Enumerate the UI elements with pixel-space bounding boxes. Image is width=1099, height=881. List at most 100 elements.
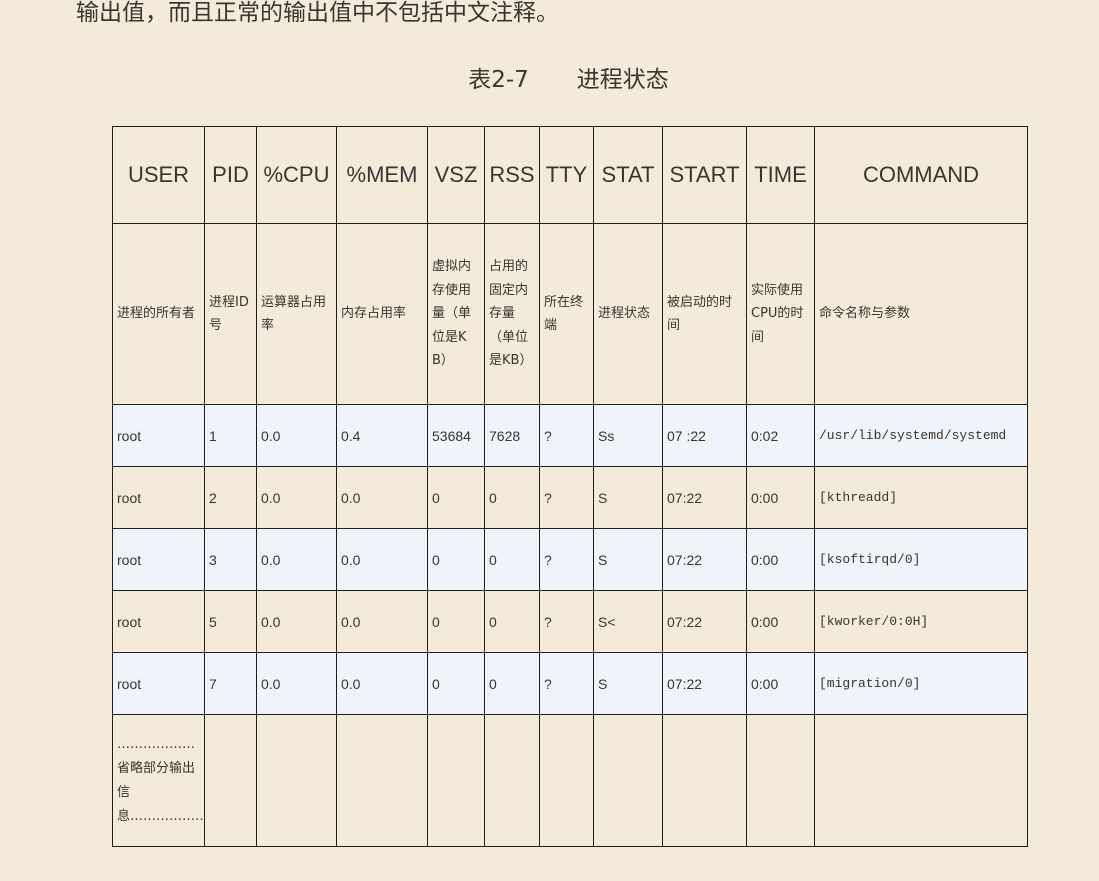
description-command: 命令名称与参数: [814, 223, 1028, 405]
cell-rss: 7628: [484, 404, 540, 467]
cell-time: 0:02: [746, 404, 815, 467]
cell-command: [kthreadd]: [814, 466, 1028, 529]
description-rss: 占用的固定内存量（单位是KB）: [484, 223, 540, 405]
table-row: root 3 0.0 0.0 0 0? S 07:22 0:00 [ksoftirqd/0]: [112, 528, 1028, 591]
cell-start: 07 :22: [662, 404, 747, 467]
cell-pid: 3: [204, 528, 257, 591]
cell-start: 07:22: [662, 528, 747, 591]
table-row: root 2 0.0 0.0 0 0? S 07:22 0:00 [kthreadd]: [112, 466, 1028, 529]
header-tty: TTY: [539, 126, 594, 224]
cell-tty: ?: [539, 404, 594, 467]
cell-start: 07:22: [662, 466, 747, 529]
cell-stat: Ss: [593, 404, 663, 467]
cell-mem: 0.4: [336, 404, 428, 467]
table-number: 表2-7: [468, 67, 529, 93]
cell-tty: ?: [539, 652, 594, 715]
empty-cell: [336, 714, 428, 847]
cell-user: root: [112, 652, 205, 715]
cell-cpu: 0.0: [256, 404, 337, 467]
header-stat: STAT: [593, 126, 663, 224]
cell-command: [kworker/0:0H]: [814, 590, 1028, 653]
empty-cell: [814, 714, 1028, 847]
cell-cpu: 0.0: [256, 590, 337, 653]
cell-pid: 2: [204, 466, 257, 529]
cell-time: 0:00: [746, 466, 815, 529]
description-pid: 进程ID号: [204, 223, 257, 405]
empty-cell: [746, 714, 815, 847]
cell-command: [ksoftirqd/0]: [814, 528, 1028, 591]
header-time: TIME: [746, 126, 815, 224]
empty-cell: [662, 714, 747, 847]
cell-user: root: [112, 404, 205, 467]
cell-user: root: [112, 590, 205, 653]
cell-vsz: 0: [427, 590, 485, 653]
cell-stat: S<: [593, 590, 663, 653]
header-mem: %MEM: [336, 126, 428, 224]
header-cpu: %CPU: [256, 126, 337, 224]
cell-command: [migration/0]: [814, 652, 1028, 715]
cell-vsz: 0: [427, 652, 485, 715]
table-title: 进程状态: [576, 67, 669, 93]
description-cpu: 运算器占用率: [256, 223, 337, 405]
cell-rss: 0: [484, 466, 540, 529]
cell-mem: 0.0: [336, 466, 428, 529]
empty-cell: [427, 714, 485, 847]
cell-time: 0:00: [746, 528, 815, 591]
table-caption: 表2-7 进程状态: [0, 64, 1099, 96]
cell-mem: 0.0: [336, 590, 428, 653]
header-start: START: [662, 126, 747, 224]
omitted-note: ………………省略部分输出信息………………: [112, 714, 205, 847]
omitted-row: ………………省略部分输出信息………………: [112, 714, 1028, 847]
header-row: USER PID %CPU %MEM VSZ RSS TTY STAT START TIME COM…: [112, 126, 1028, 224]
cell-time: 0:00: [746, 652, 815, 715]
cell-cpu: 0.0: [256, 652, 337, 715]
table-row: root 1 0.0 0.4 53684 7628? Ss 07 :22 0:02/usr/li…: [112, 404, 1028, 467]
cell-tty: ?: [539, 590, 594, 653]
description-row: 进程的所有者 进程ID号 运算器占用率 内存占用率 虚拟内存使用量（单位是KB） 占用的固…: [112, 223, 1028, 405]
cell-stat: S: [593, 528, 663, 591]
description-start: 被启动的时间: [662, 223, 747, 405]
header-pid: PID: [204, 126, 257, 224]
header-vsz: VSZ: [427, 126, 485, 224]
cell-mem: 0.0: [336, 528, 428, 591]
cell-start: 07:22: [662, 652, 747, 715]
description-mem: 内存占用率: [336, 223, 428, 405]
cell-mem: 0.0: [336, 652, 428, 715]
cell-vsz: 0: [427, 528, 485, 591]
cell-pid: 5: [204, 590, 257, 653]
cell-vsz: 53684: [427, 404, 485, 467]
cell-vsz: 0: [427, 466, 485, 529]
table-row: root 7 0.0 0.0 0 0? S 07:22 0:00 [migration/0]: [112, 652, 1028, 715]
header-rss: RSS: [484, 126, 540, 224]
empty-cell: [593, 714, 663, 847]
description-tty: 所在终端: [539, 223, 594, 405]
header-user: USER: [112, 126, 205, 224]
description-time: 实际使用CPU的时间: [746, 223, 815, 405]
cell-user: root: [112, 528, 205, 591]
empty-cell: [204, 714, 257, 847]
cell-pid: 7: [204, 652, 257, 715]
cell-stat: S: [593, 466, 663, 529]
description-user: 进程的所有者: [112, 223, 205, 405]
table-row: root 5 0.0 0.0 0 0? S< 07:22 0:00 [kworker/0:0H]: [112, 590, 1028, 653]
cell-pid: 1: [204, 404, 257, 467]
table-body: USER PID %CPU %MEM VSZ RSS TTY STAT START TIME COM…: [112, 126, 1028, 847]
cell-time: 0:00: [746, 590, 815, 653]
cell-rss: 0: [484, 652, 540, 715]
cell-rss: 0: [484, 528, 540, 591]
description-stat: 进程状态: [593, 223, 663, 405]
process-status-table: USER PID %CPU %MEM VSZ RSS TTY STAT START TIME COM…: [112, 126, 1028, 847]
intro-paragraph: 输出值，而且正常的输出值中不包括中文注释。: [76, 0, 559, 26]
cell-user: root: [112, 466, 205, 529]
cell-rss: 0: [484, 590, 540, 653]
cell-tty: ?: [539, 466, 594, 529]
empty-cell: [256, 714, 337, 847]
cell-start: 07:22: [662, 590, 747, 653]
cell-cpu: 0.0: [256, 466, 337, 529]
description-vsz: 虚拟内存使用量（单位是KB）: [427, 223, 485, 405]
empty-cell: [484, 714, 540, 847]
cell-command: /usr/lib/systemd/systemd: [814, 404, 1028, 467]
cell-tty: ?: [539, 528, 594, 591]
header-command: COMMAND: [814, 126, 1028, 224]
cell-stat: S: [593, 652, 663, 715]
